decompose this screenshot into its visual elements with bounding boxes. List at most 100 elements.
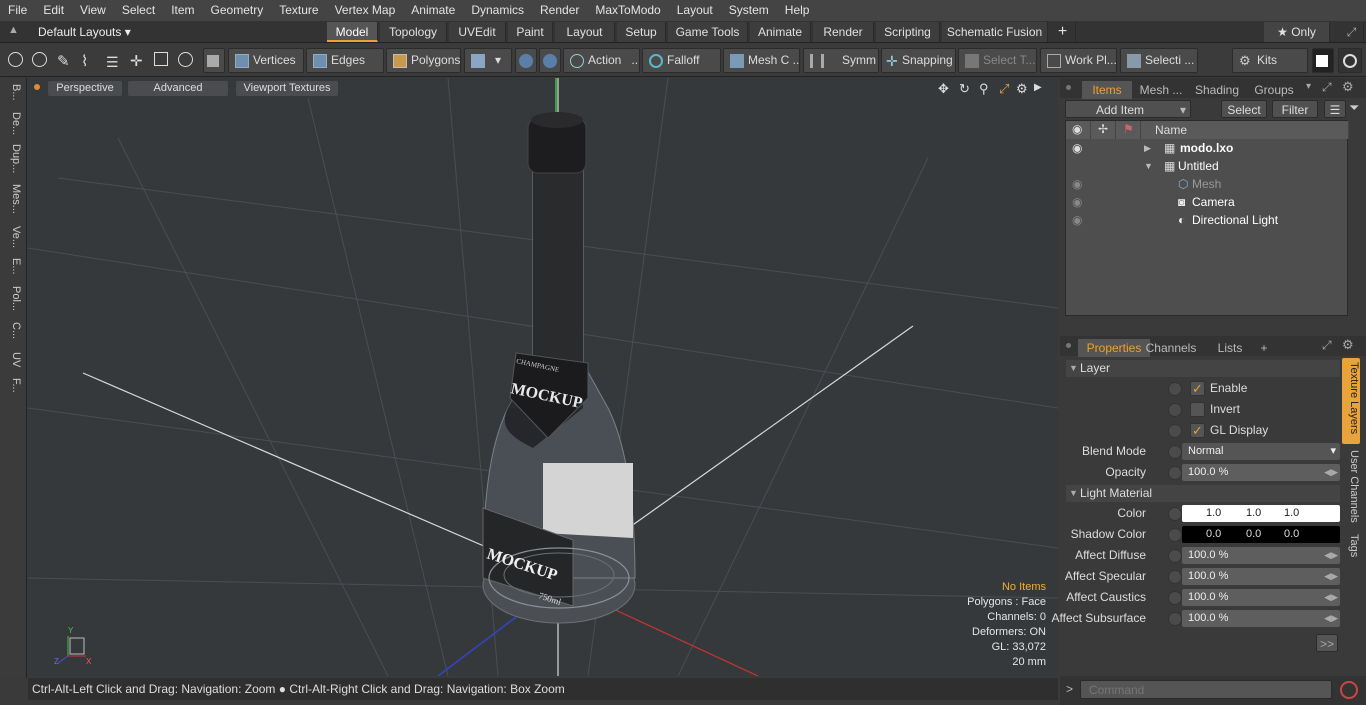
tab-topology[interactable]: Topology	[380, 22, 447, 42]
action-center-button[interactable]: Action...	[563, 48, 640, 73]
vertices-button[interactable]: Vertices	[228, 48, 304, 73]
menu-edit[interactable]: Edit	[35, 0, 72, 21]
left-tab-uv[interactable]: UV	[4, 352, 22, 367]
viewport-settings-icon[interactable]: ⚙	[1016, 81, 1028, 97]
side-tab-tags[interactable]: Tags	[1344, 534, 1360, 557]
left-tab-deform[interactable]: De...	[4, 112, 22, 135]
properties-settings-icon[interactable]: ⚙	[1342, 337, 1354, 353]
list-item[interactable]: ◉ ◐ Directional Light	[1066, 211, 1349, 229]
opacity-stepper-icon[interactable]: ◀▶	[1324, 464, 1338, 481]
blend-mode-select[interactable]: Normal ▾	[1182, 443, 1340, 460]
tab-model[interactable]: Model	[327, 22, 378, 42]
properties-expand-icon[interactable]: ⤢	[1322, 338, 1332, 353]
list-item[interactable]: ◉ ◙ Camera	[1066, 193, 1349, 211]
affect-subsurface-field[interactable]: 100.0 % ◀▶	[1182, 610, 1340, 627]
affect-subsurface-stepper-icon[interactable]: ◀▶	[1324, 610, 1338, 627]
menu-render[interactable]: Render	[532, 0, 587, 21]
tab-groups[interactable]: Groups	[1246, 81, 1302, 99]
filter-funnel-icon[interactable]: ⏷	[1349, 100, 1359, 116]
3d-viewport[interactable]: MOCKUP CHAMPAGNE MOCKUP 750ml Y Z X Pers…	[28, 78, 1058, 676]
gl-display-checkbox[interactable]: ✓	[1190, 423, 1205, 438]
tab-uvedit[interactable]: UVEdit	[449, 22, 506, 42]
invert-channel-dot[interactable]	[1168, 403, 1182, 417]
maximize-viewport-icon[interactable]: ⤢	[999, 81, 1009, 97]
panel-menu-arrow-icon[interactable]: ▾	[1306, 81, 1311, 92]
pan-icon[interactable]: ✥	[938, 81, 949, 97]
layout-selector[interactable]: Default Layouts ▾	[24, 21, 145, 43]
select-through-button[interactable]: Select T...	[958, 48, 1037, 73]
enable-channel-dot[interactable]	[1168, 382, 1182, 396]
layout-arrow-icon[interactable]: ▲	[8, 24, 19, 36]
side-tab-user-channels[interactable]: User Channels	[1344, 450, 1360, 523]
circle-select-icon[interactable]	[8, 52, 23, 67]
left-tab-fusion[interactable]: F...	[4, 378, 22, 393]
zoom-icon[interactable]: ⚲	[979, 81, 989, 97]
add-tab-button[interactable]: +	[1050, 22, 1076, 42]
more-properties-button[interactable]: >>	[1316, 634, 1338, 652]
menu-vertex-map[interactable]: Vertex Map	[327, 0, 404, 21]
move-icon[interactable]: ✛	[130, 50, 143, 73]
list-item[interactable]: ◉ ▶ ▦ modo.lxo	[1066, 139, 1349, 157]
pivot-button[interactable]	[515, 48, 537, 73]
kits-button[interactable]: ⚙ Kits	[1232, 48, 1308, 73]
enable-checkbox[interactable]: ✓	[1190, 381, 1205, 396]
menu-select[interactable]: Select	[114, 0, 163, 21]
visible-eye-icon[interactable]: ◉	[1072, 139, 1082, 157]
menu-layout[interactable]: Layout	[669, 0, 721, 21]
left-tab-edge[interactable]: E...	[4, 258, 22, 275]
affect-specular-stepper-icon[interactable]: ◀▶	[1324, 568, 1338, 585]
mesh-constraint-button[interactable]: Mesh C ...	[723, 48, 800, 73]
rotate-icon[interactable]	[178, 52, 193, 67]
menu-animate[interactable]: Animate	[403, 0, 463, 21]
left-tab-mesh-edit[interactable]: Mes...	[4, 184, 22, 214]
scale-icon[interactable]	[154, 52, 168, 66]
list-item[interactable]: ◉ ⬡ Mesh	[1066, 175, 1349, 193]
visible-eye-icon[interactable]: ◉	[1072, 175, 1082, 193]
tab-setup[interactable]: Setup	[617, 22, 666, 42]
only-toggle[interactable]: ★ Only	[1264, 22, 1330, 42]
perspective-view-button[interactable]: Perspective	[48, 81, 122, 96]
item-mode-button[interactable]	[203, 48, 225, 73]
viewport-textures-button[interactable]: Viewport Textures	[236, 81, 338, 96]
align-icon[interactable]: ☰	[106, 51, 119, 73]
shadow-g-value[interactable]: 0.0	[1246, 526, 1261, 543]
tab-paint[interactable]: Paint	[508, 22, 553, 42]
affect-subsurface-channel-dot[interactable]	[1168, 612, 1182, 626]
tab-properties[interactable]: Properties	[1078, 339, 1150, 357]
color-g-value[interactable]: 1.0	[1246, 505, 1261, 522]
left-tab-vertex[interactable]: Ve...	[4, 226, 22, 248]
list-options-button[interactable]: ☰	[1324, 100, 1346, 118]
affect-caustics-field[interactable]: 100.0 % ◀▶	[1182, 589, 1340, 606]
color-channel-dot[interactable]	[1168, 507, 1182, 521]
left-tab-duplicate[interactable]: Dup...	[4, 144, 22, 173]
visible-eye-icon[interactable]: ◉	[1072, 211, 1082, 229]
panel-expand-icon[interactable]: ⤢	[1322, 80, 1332, 95]
layer-section-header[interactable]: ▼ Layer	[1066, 360, 1340, 377]
collapse-arrow-icon[interactable]: ▼	[1144, 157, 1153, 175]
tab-channels[interactable]: Channels	[1144, 339, 1198, 357]
falloff-button[interactable]: Falloff	[642, 48, 721, 73]
panel-settings-icon[interactable]: ⚙	[1342, 79, 1354, 95]
snapping-button[interactable]: ✛ Snapping	[881, 48, 956, 73]
invert-checkbox[interactable]	[1190, 402, 1205, 417]
center-button[interactable]	[539, 48, 561, 73]
tab-schematic-fusion[interactable]: Schematic Fusion	[942, 22, 1048, 42]
light-material-section-header[interactable]: ▼ Light Material	[1066, 485, 1340, 502]
list-item[interactable]: ▼ ▦ Untitled	[1066, 157, 1349, 175]
globe-icon[interactable]	[32, 52, 47, 67]
opacity-field[interactable]: 100.0 % ◀▶	[1182, 464, 1340, 481]
affect-caustics-stepper-icon[interactable]: ◀▶	[1324, 589, 1338, 606]
menu-item[interactable]: Item	[163, 0, 202, 21]
shadow-color-field[interactable]: 0.0 0.0 0.0	[1182, 526, 1340, 543]
shadow-color-channel-dot[interactable]	[1168, 528, 1182, 542]
shadow-r-value[interactable]: 0.0	[1206, 526, 1221, 543]
menu-file[interactable]: File	[0, 0, 35, 21]
add-item-button[interactable]: Add Item ▾	[1065, 100, 1191, 118]
left-tab-basic[interactable]: B...	[4, 84, 22, 101]
material-mode-button[interactable]: ▾	[464, 48, 512, 73]
menu-help[interactable]: Help	[777, 0, 818, 21]
left-tab-curve[interactable]: C...	[4, 322, 22, 339]
affect-caustics-channel-dot[interactable]	[1168, 591, 1182, 605]
polygons-button[interactable]: Polygons	[386, 48, 461, 73]
menu-dynamics[interactable]: Dynamics	[463, 0, 532, 21]
